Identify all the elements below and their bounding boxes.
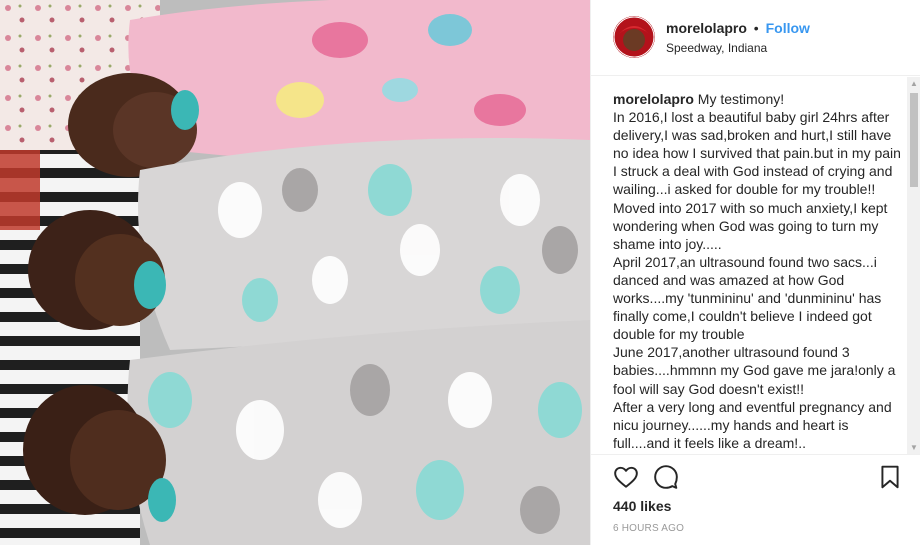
scrollbar[interactable]: ▲ ▼ xyxy=(907,77,920,454)
scroll-up-arrow-icon[interactable]: ▲ xyxy=(907,77,920,91)
scrollbar-thumb[interactable] xyxy=(910,93,918,187)
save-button[interactable] xyxy=(877,464,903,490)
follow-button[interactable]: Follow xyxy=(766,20,810,36)
username-link[interactable]: morelolapro xyxy=(666,20,747,36)
post-header: morelolapro • Follow Speedway, Indiana xyxy=(591,0,920,76)
caption: morelolapro My testimony! In 2016,I lost… xyxy=(613,90,903,452)
babies-photo xyxy=(0,0,590,545)
like-button[interactable] xyxy=(613,464,639,490)
likes-count[interactable]: 440 likes xyxy=(613,498,671,514)
avatar[interactable] xyxy=(613,16,655,58)
comment-icon xyxy=(654,465,678,489)
heart-icon xyxy=(614,466,638,488)
location-link[interactable]: Speedway, Indiana xyxy=(666,41,767,55)
post-side-panel: morelolapro • Follow Speedway, Indiana m… xyxy=(590,0,920,545)
post-photo[interactable] xyxy=(0,0,590,545)
post-actions xyxy=(591,458,920,498)
post-timestamp[interactable]: 6 HOURS AGO xyxy=(613,523,684,534)
scroll-down-arrow-icon[interactable]: ▼ xyxy=(907,441,920,454)
username-row: morelolapro • Follow xyxy=(666,20,810,36)
comment-button[interactable] xyxy=(653,464,679,490)
separator-dot: • xyxy=(753,20,759,36)
caption-username[interactable]: morelolapro xyxy=(613,91,694,107)
bookmark-icon xyxy=(881,465,899,489)
comments-area[interactable]: morelolapro My testimony! In 2016,I lost… xyxy=(591,77,920,455)
avatar-image xyxy=(613,16,655,58)
caption-text: My testimony! In 2016,I lost a beautiful… xyxy=(613,91,901,451)
